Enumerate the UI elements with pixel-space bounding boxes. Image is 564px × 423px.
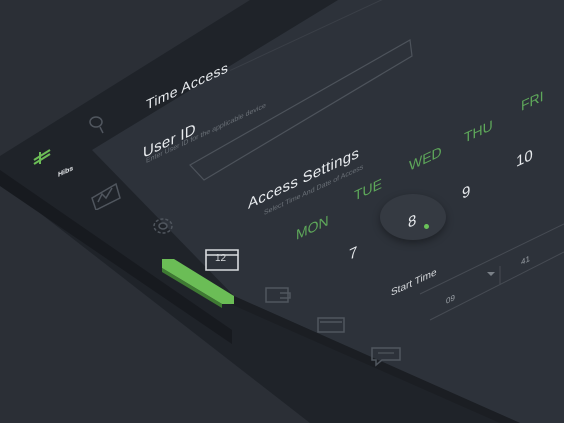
chevron-down-icon[interactable] [486,270,496,278]
start-time-box [419,223,564,321]
app-stage: Hibs 12 Time Access User ID Enter User I… [0,0,564,423]
